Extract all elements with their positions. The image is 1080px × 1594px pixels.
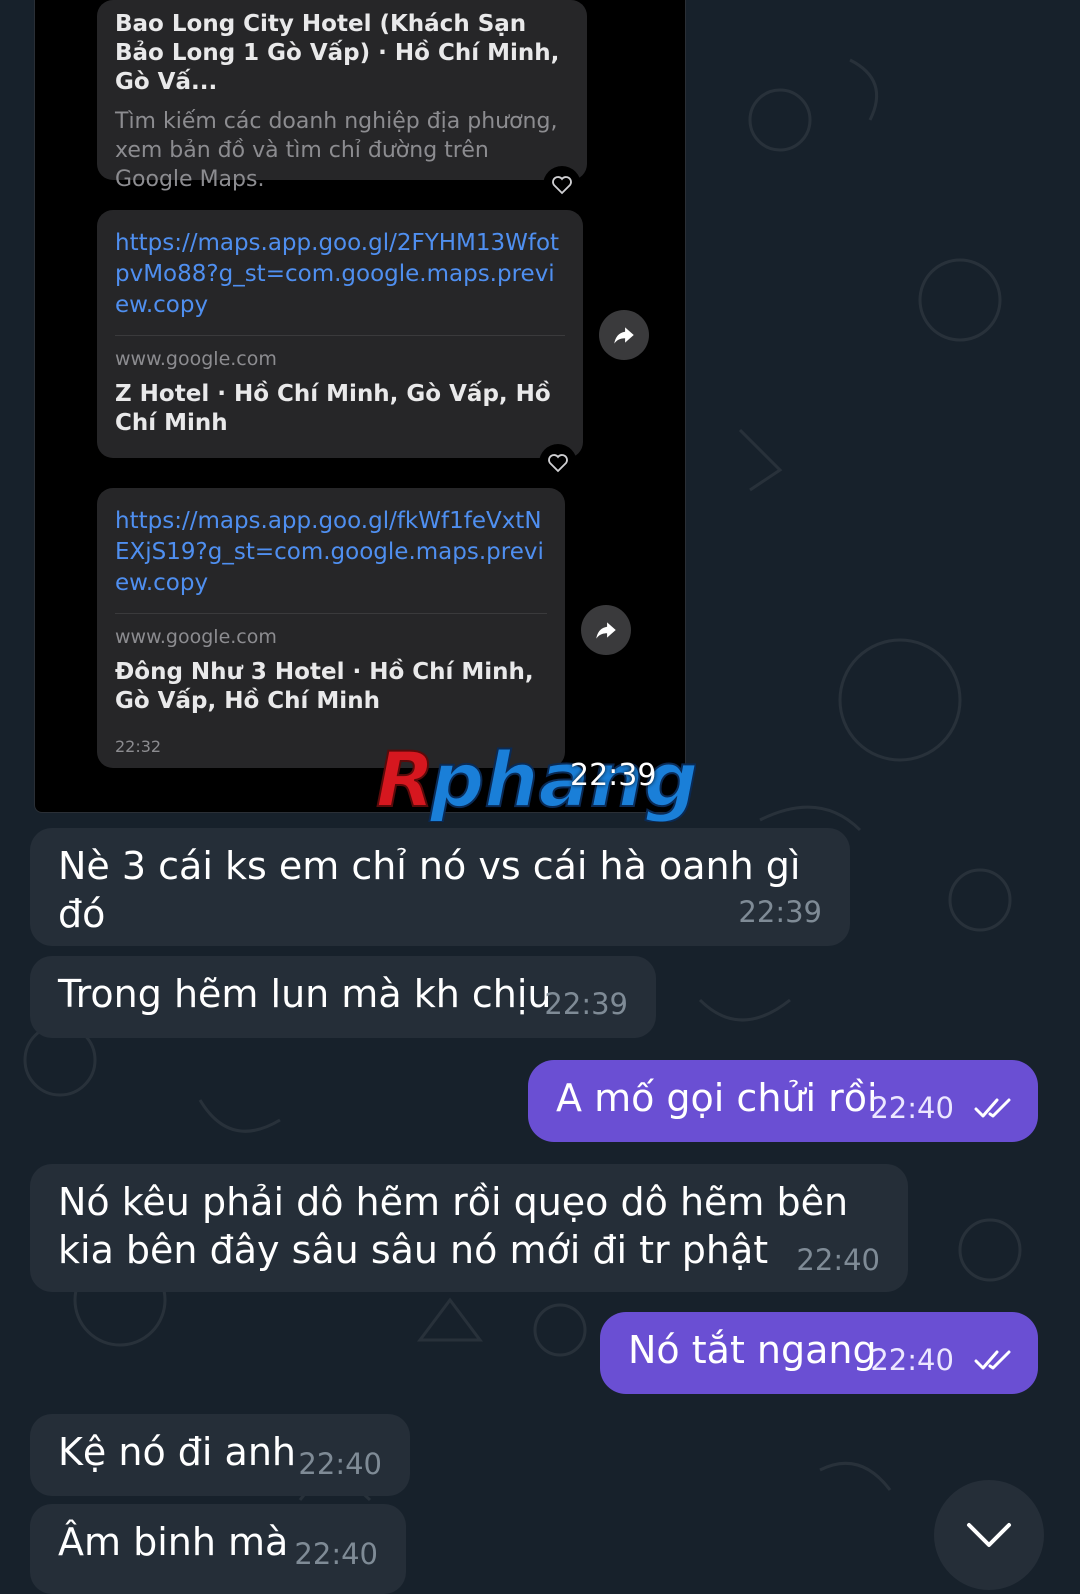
heart-icon xyxy=(543,166,581,204)
card-3-timestamp: 22:32 xyxy=(115,737,162,756)
message-text: Âm binh mà xyxy=(58,1520,289,1564)
card-1-description: Tìm kiếm các doanh nghiệp địa phương, xe… xyxy=(115,109,558,192)
message-time: 22:40 xyxy=(298,1447,382,1481)
message-bubble-incoming[interactable]: Âm binh mà 22:40 xyxy=(30,1504,406,1594)
svg-text:R: R xyxy=(376,738,435,822)
card-3-title: Đông Như 3 Hotel · Hồ Chí Minh, Gò Vấp, … xyxy=(115,659,534,714)
message-text: Kệ nó đi anh xyxy=(58,1430,297,1474)
chevron-down-icon xyxy=(967,1523,1011,1547)
double-check-icon xyxy=(974,1350,1011,1369)
message-time: 22:40 xyxy=(870,1343,954,1377)
card-2-link: https://maps.app.goo.gl/2FYHM13WfotpvMo8… xyxy=(115,230,560,318)
message-time: 22:40 xyxy=(796,1243,880,1277)
message-text: Trong hẽm lun mà kh chịu xyxy=(58,972,552,1016)
card-2-domain: www.google.com xyxy=(115,348,277,370)
card-3-domain: www.google.com xyxy=(115,626,277,648)
link-preview-card-2: https://maps.app.goo.gl/2FYHM13WfotpvMo8… xyxy=(97,210,583,458)
message-text: A mố gọi chửi rồi xyxy=(556,1076,878,1120)
card-2-title: Z Hotel · Hồ Chí Minh, Gò Vấp, Hồ Chí Mi… xyxy=(115,381,551,436)
message-bubble-incoming[interactable]: Nó kêu phải dô hẽm rồi quẹo dô hẽm bên k… xyxy=(30,1164,908,1292)
message-time: 22:39 xyxy=(544,987,628,1021)
share-icon xyxy=(599,310,649,360)
shared-screenshot-image[interactable]: Bao Long City Hotel (Khách Sạn Bảo Long … xyxy=(34,0,686,813)
message-status: 22:40 xyxy=(870,1333,1016,1384)
image-timestamp: 22:39 xyxy=(570,758,657,793)
card-1-title: Bao Long City Hotel (Khách Sạn Bảo Long … xyxy=(115,11,560,95)
message-bubble-outgoing[interactable]: Nó tắt ngang 22:40 xyxy=(600,1312,1038,1394)
message-text: Nè 3 cái ks em chỉ nó vs cái hà oanh gì … xyxy=(58,844,801,936)
message-bubble-outgoing[interactable]: A mố gọi chửi rồi 22:40 xyxy=(528,1060,1038,1142)
message-bubble-incoming[interactable]: Kệ nó đi anh 22:40 xyxy=(30,1414,410,1496)
link-preview-card-1: Bao Long City Hotel (Khách Sạn Bảo Long … xyxy=(97,0,587,192)
message-text: Nó kêu phải dô hẽm rồi quẹo dô hẽm bên k… xyxy=(58,1180,849,1272)
card-3-link: https://maps.app.goo.gl/fkWf1feVxtNEXjS1… xyxy=(115,508,544,596)
message-bubble-incoming[interactable]: Nè 3 cái ks em chỉ nó vs cái hà oanh gì … xyxy=(30,828,850,946)
message-bubble-incoming[interactable]: Trong hẽm lun mà kh chịu 22:39 xyxy=(30,956,656,1038)
share-icon xyxy=(581,605,631,655)
message-time: 22:39 xyxy=(738,895,822,929)
card-3-divider xyxy=(115,613,547,614)
scroll-down-button[interactable] xyxy=(934,1480,1044,1590)
heart-icon xyxy=(539,444,577,482)
message-time: 22:40 xyxy=(294,1537,378,1571)
message-status: 22:40 xyxy=(870,1081,1016,1132)
link-preview-card-3: https://maps.app.goo.gl/fkWf1feVxtNEXjS1… xyxy=(97,488,565,768)
card-2-divider xyxy=(115,335,565,336)
double-check-icon xyxy=(974,1098,1011,1117)
message-text: Nó tắt ngang xyxy=(628,1328,877,1372)
message-time: 22:40 xyxy=(870,1091,954,1125)
